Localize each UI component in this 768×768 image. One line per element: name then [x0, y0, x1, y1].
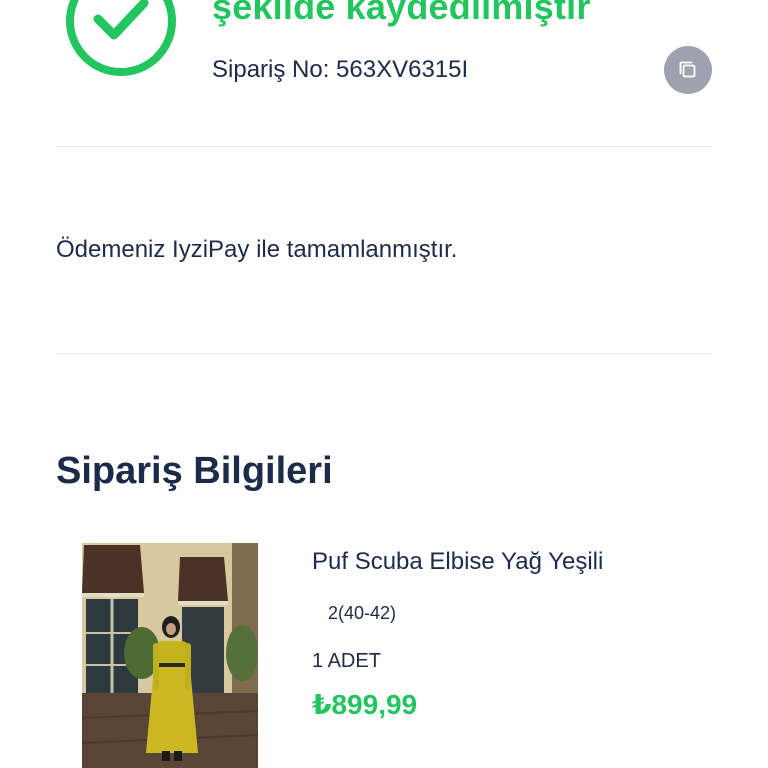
product-name[interactable]: Puf Scuba Elbise Yağ Yeşili [312, 548, 603, 576]
product-quantity: 1 ADET [312, 650, 381, 672]
copy-icon [679, 61, 696, 78]
divider [56, 146, 712, 147]
product-size: 2(40-42) [328, 603, 397, 623]
order-number: Sipariş No: 563XV6315I [212, 56, 469, 83]
copy-order-number-button[interactable] [664, 46, 712, 94]
payment-message: Ödemeniz IyziPay ile tamamlanmıştır. [56, 236, 458, 263]
order-info-title: Sipariş Bilgileri [56, 450, 333, 492]
divider [56, 353, 712, 354]
check-circle-icon [66, 0, 176, 76]
product-photo [82, 543, 258, 768]
success-headline: şekilde kaydedilmiştir [212, 0, 591, 27]
product-image[interactable] [82, 543, 258, 768]
product-price: ₺899,99 [312, 689, 418, 720]
